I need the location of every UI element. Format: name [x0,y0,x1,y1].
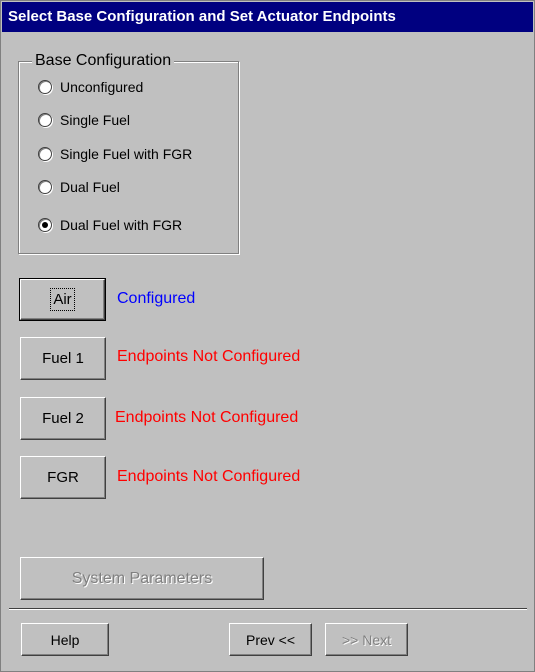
prev-button-label: Prev << [245,631,296,648]
radio-label: Unconfigured [60,79,144,95]
fuel1-status: Endpoints Not Configured [117,348,301,365]
radio-button-icon[interactable] [38,147,52,161]
window-title: Select Base Configuration and Set Actuat… [8,8,396,25]
air-button[interactable]: Air [19,278,106,321]
fuel1-button-label: Fuel 1 [42,350,84,367]
fgr-button-label: FGR [47,469,79,486]
base-configuration-group: Base Configuration Unconfigured Single F… [18,51,239,254]
radio-unconfigured[interactable]: Unconfigured [38,77,143,97]
system-parameters-button[interactable]: System Parameters [20,557,264,600]
fgr-status: Endpoints Not Configured [117,468,301,485]
group-legend: Base Configuration [32,51,175,71]
radio-label: Dual Fuel [60,179,120,195]
radio-label: Single Fuel with FGR [60,146,193,162]
prev-button[interactable]: Prev << [229,623,312,656]
title-bar: Select Base Configuration and Set Actuat… [2,2,533,32]
fuel2-status: Endpoints Not Configured [115,409,299,426]
fuel2-button-label: Fuel 2 [42,410,84,427]
radio-label: Single Fuel [60,112,131,128]
radio-button-icon[interactable] [38,113,52,127]
system-parameters-label: System Parameters [71,569,213,587]
radio-button-icon[interactable] [38,180,52,194]
fgr-button[interactable]: FGR [20,456,106,499]
help-button-label: Help [50,631,80,648]
next-button[interactable]: >> Next [325,623,408,656]
air-status: Configured [117,290,196,307]
radio-single-fuel-fgr[interactable]: Single Fuel with FGR [38,144,192,164]
separator-line [9,608,527,610]
next-button-label: >> Next [341,631,392,648]
radio-dual-fuel[interactable]: Dual Fuel [38,177,120,197]
help-button[interactable]: Help [21,623,109,656]
radio-button-icon[interactable] [38,80,52,94]
radio-dual-fuel-fgr[interactable]: Dual Fuel with FGR [38,215,182,235]
fuel2-button[interactable]: Fuel 2 [20,397,106,440]
radio-button-checked-icon[interactable] [38,218,52,232]
radio-label: Dual Fuel with FGR [60,217,183,233]
dialog-window: Select Base Configuration and Set Actuat… [0,0,535,672]
radio-single-fuel[interactable]: Single Fuel [38,110,130,130]
fuel1-button[interactable]: Fuel 1 [20,337,106,380]
air-button-label: Air [50,288,75,311]
